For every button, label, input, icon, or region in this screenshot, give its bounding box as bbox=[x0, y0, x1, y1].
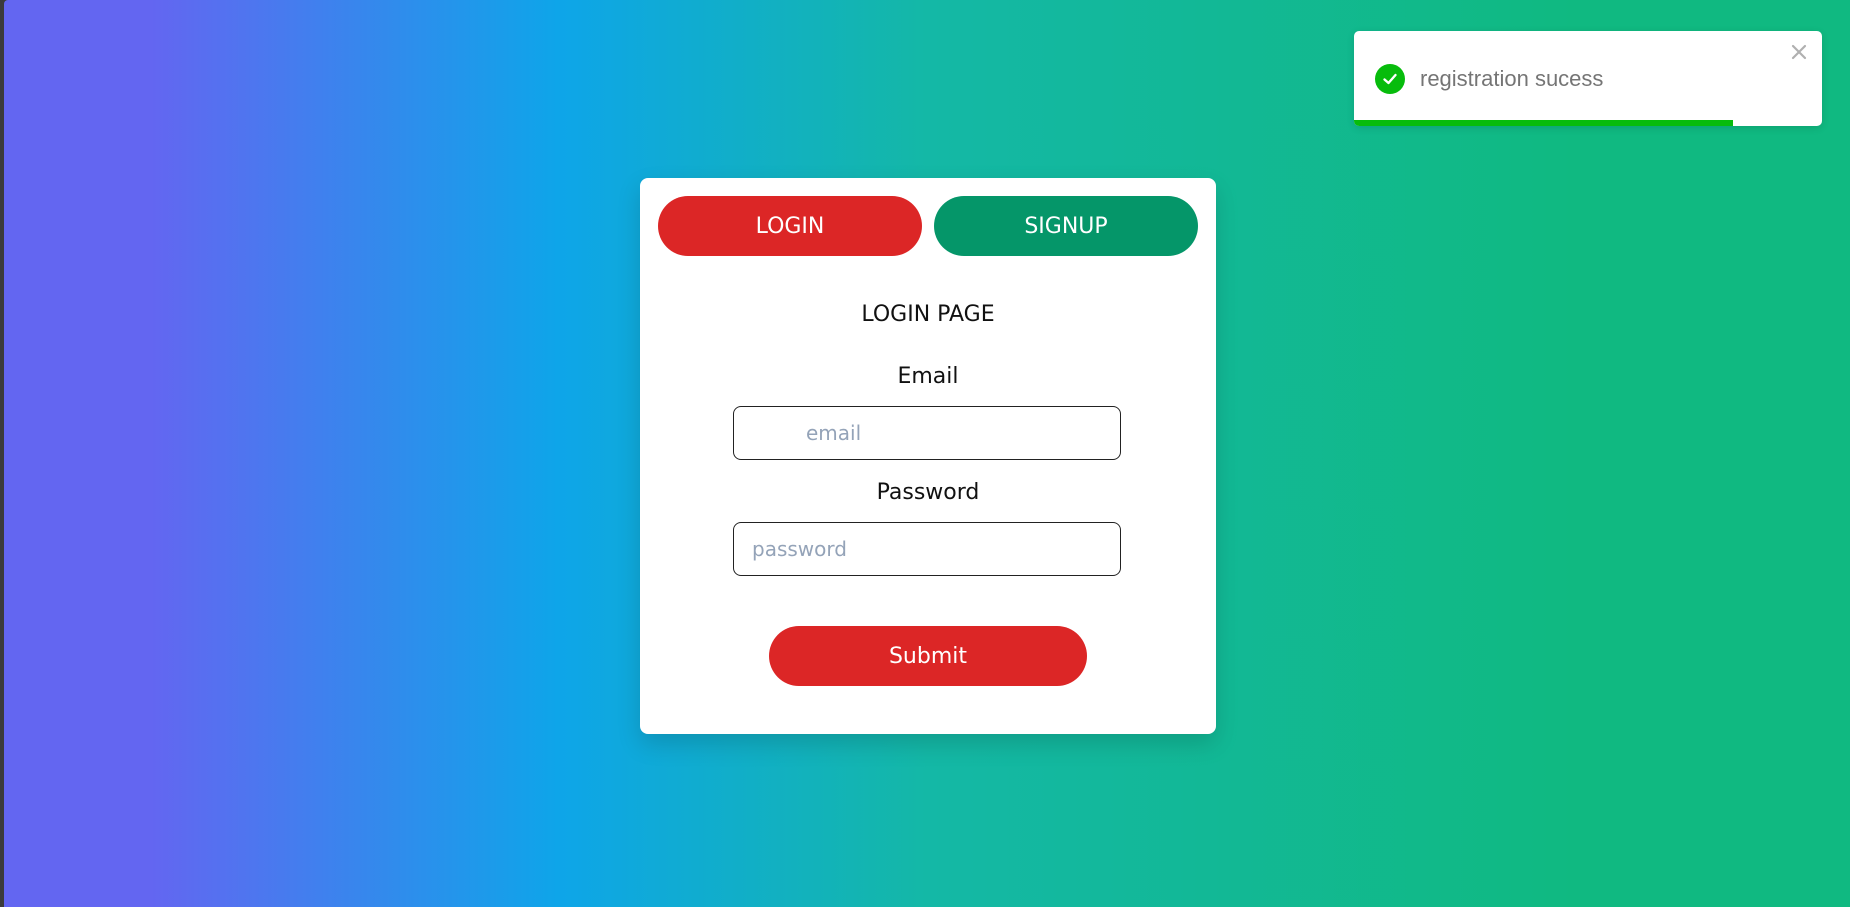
tab-signup[interactable]: SIGNUP bbox=[934, 196, 1198, 256]
password-field[interactable] bbox=[733, 522, 1121, 576]
check-circle-icon bbox=[1375, 64, 1405, 94]
email-field[interactable] bbox=[733, 406, 1121, 460]
tab-login[interactable]: LOGIN bbox=[658, 196, 922, 256]
close-icon[interactable] bbox=[1788, 41, 1810, 63]
page-title: LOGIN PAGE bbox=[861, 302, 995, 327]
auth-card: LOGIN SIGNUP LOGIN PAGE Email Password S… bbox=[640, 178, 1216, 734]
password-label: Password bbox=[876, 480, 980, 505]
toast-progress-track bbox=[1354, 120, 1822, 126]
submit-button[interactable]: Submit bbox=[769, 626, 1087, 686]
email-label: Email bbox=[897, 364, 959, 389]
toast-message: registration sucess bbox=[1420, 66, 1604, 91]
toast-notification: registration sucess bbox=[1354, 31, 1822, 126]
toast-progress-bar bbox=[1354, 120, 1734, 126]
